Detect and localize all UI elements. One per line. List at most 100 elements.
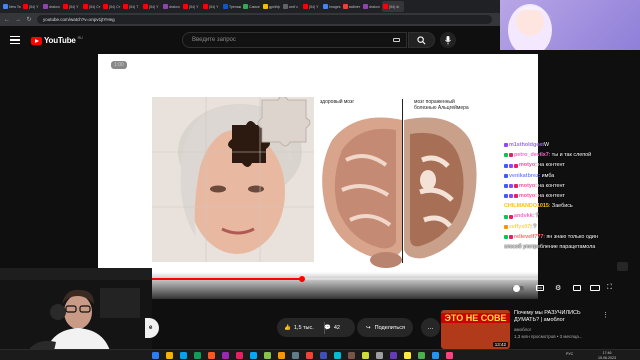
taskbar-app-icon[interactable] (292, 352, 299, 359)
browser-tab[interactable]: (54) dr (382, 1, 404, 12)
browser-tab[interactable]: (54) Y (62, 1, 81, 12)
progress-scrubber-handle[interactable] (299, 276, 305, 282)
tab-label: дрейф (269, 4, 280, 9)
taskbar-app-icon[interactable] (334, 352, 341, 359)
browser-tab[interactable]: Images (322, 1, 341, 12)
reload-icon[interactable]: ↻ (26, 16, 32, 23)
subscribe-button[interactable]: е (145, 318, 159, 338)
subtitles-icon[interactable]: CC (536, 285, 544, 291)
taskbar-app-icon[interactable] (432, 352, 439, 359)
chat-username[interactable]: m1stholdgeet (509, 140, 544, 150)
browser-tab[interactable]: (54) Y (142, 1, 161, 12)
share-button[interactable]: ↪ Поделиться (357, 318, 413, 337)
settings-gear-icon[interactable]: ⚙ (555, 284, 561, 292)
taskbar-app-icon[interactable] (446, 352, 453, 359)
browser-tab[interactable]: wolf с (282, 1, 301, 12)
taskbar-app-icon[interactable] (306, 352, 313, 359)
tab-favicon-icon (363, 4, 368, 9)
chat-username[interactable]: motyo (519, 191, 535, 201)
video-progress-fill (152, 278, 305, 280)
tab-label: (54) Y (209, 4, 219, 9)
chat-username[interactable]: zeffyx07 (509, 222, 530, 232)
browser-tab[interactable]: drakon (162, 1, 181, 12)
video-progress-bar[interactable] (152, 278, 538, 280)
chat-username[interactable]: motyo (519, 160, 535, 170)
autoplay-toggle[interactable] (512, 285, 524, 292)
browser-tab[interactable]: вайлет (342, 1, 361, 12)
browser-tab[interactable]: drakon (362, 1, 381, 12)
taskbar-app-icon[interactable] (362, 352, 369, 359)
chat-username[interactable]: relievelf777 (514, 232, 543, 242)
taskbar-app-icon[interactable] (320, 352, 327, 359)
microphone-button[interactable] (440, 32, 456, 48)
browser-tab[interactable]: (54) Ст (82, 1, 101, 12)
taskbar-app-icon[interactable] (390, 352, 397, 359)
tray-language[interactable]: РУС (566, 352, 573, 356)
chat-username[interactable]: CHILMANDO1015 (504, 201, 549, 211)
search-icon (417, 35, 426, 44)
more-actions-button[interactable]: ... (421, 318, 440, 337)
tab-label: drakon (169, 4, 180, 9)
url-field[interactable]: youtube.com/watch?v=xnpv1jtYHeg (37, 15, 492, 24)
taskbar-app-icon[interactable] (208, 352, 215, 359)
taskbar-clock[interactable]: 17:46 15.06.2023 (598, 351, 616, 360)
taskbar-app-icon[interactable] (348, 352, 355, 359)
chat-username[interactable]: andvkk (514, 211, 533, 221)
chat-username[interactable]: petro_devilx7 (514, 150, 549, 160)
youtube-logo[interactable]: YouTube RU (31, 36, 83, 45)
forward-icon[interactable]: → (15, 17, 21, 23)
chat-popout-icon[interactable] (617, 262, 628, 271)
taskbar-app-icon[interactable] (278, 352, 285, 359)
tab-favicon-icon (143, 4, 148, 9)
taskbar-app-icon[interactable] (180, 352, 187, 359)
comments-button[interactable]: 💬 42 (324, 318, 352, 337)
time-badge: 1:00 (111, 61, 127, 69)
recommended-title[interactable]: Почему мы РАЗУЧИЛИСЬ ДУМАТЬ? | амоблог (514, 310, 600, 324)
theater-mode-icon[interactable] (590, 285, 600, 291)
chat-username[interactable]: motyo (519, 181, 535, 191)
taskbar-app-icon[interactable] (236, 352, 243, 359)
like-button[interactable]: 👍 1,5 тыс. (277, 321, 325, 334)
fullscreen-icon[interactable]: ⛶ (607, 284, 612, 292)
chat-username[interactable]: venikatbrez (509, 171, 539, 181)
keyboard-icon[interactable] (393, 38, 400, 42)
tab-label: Самое (249, 4, 260, 9)
browser-tab[interactable]: (54) Т (122, 1, 141, 12)
menu-icon[interactable] (10, 36, 20, 44)
browser-tab[interactable]: (54) Ст (102, 1, 121, 12)
back-icon[interactable]: ← (4, 17, 10, 23)
taskbar-app-icon[interactable] (152, 352, 159, 359)
chat-badge-icon (509, 153, 513, 158)
taskbar-app-icon[interactable] (166, 352, 173, 359)
chat-badge-icon (509, 234, 513, 239)
browser-tab[interactable]: New Ta (2, 1, 21, 12)
recommended-thumbnail[interactable]: ЭТО НЕ СОВЕ 13:42 (441, 310, 510, 349)
miniplayer-icon[interactable] (573, 285, 581, 291)
browser-tab[interactable]: дрейф (262, 1, 281, 12)
tab-label: (54) Ст (109, 4, 121, 9)
taskbar-app-icon[interactable] (222, 352, 229, 359)
taskbar-app-icon[interactable] (194, 352, 201, 359)
taskbar-app-icon[interactable] (376, 352, 383, 359)
taskbar-icons (152, 352, 453, 359)
browser-tab[interactable]: (54) Y (22, 1, 41, 12)
browser-tab[interactable]: Самое (242, 1, 261, 12)
search-placeholder: Введите запрос (192, 37, 236, 43)
browser-tab[interactable]: (54) Y (202, 1, 221, 12)
taskbar-app-icon[interactable] (250, 352, 257, 359)
browser-tab[interactable]: Тренаж (222, 1, 241, 12)
taskbar-app-icon[interactable] (264, 352, 271, 359)
tab-label: (54) Т (129, 4, 139, 9)
recommended-menu-icon[interactable]: ⋮ (602, 311, 609, 319)
browser-tab[interactable]: drakon (42, 1, 61, 12)
taskbar-app-icon[interactable] (418, 352, 425, 359)
search-input[interactable]: Введите запрос (182, 32, 407, 48)
recommended-channel[interactable]: амоблог (514, 327, 531, 332)
chat-message: venikatbrez: имба (504, 171, 640, 181)
search-button[interactable] (408, 32, 435, 48)
chat-text: : на контент (535, 182, 565, 189)
healthy-brain-label: здоровый мозг (320, 99, 355, 105)
browser-tab[interactable]: (54) Y (302, 1, 321, 12)
browser-tab[interactable]: (54) Y (182, 1, 201, 12)
taskbar-app-icon[interactable] (404, 352, 411, 359)
